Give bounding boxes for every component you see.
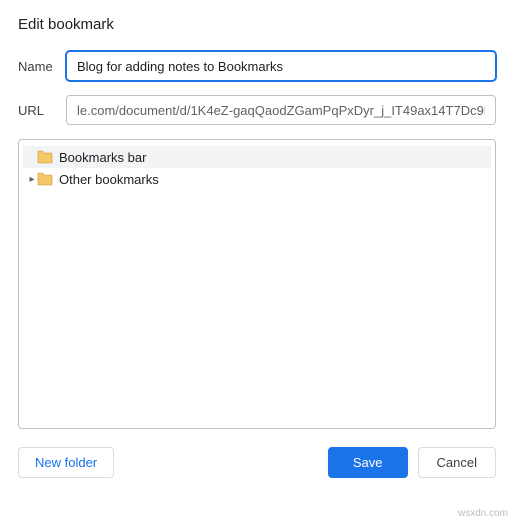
tree-expander-icon[interactable]: ▸ [27,174,37,185]
url-input[interactable] [66,95,496,125]
folder-icon [37,150,53,164]
name-input[interactable] [66,51,496,81]
folder-icon [37,172,53,186]
button-row: New folder Save Cancel [18,447,496,478]
tree-item-other-bookmarks[interactable]: ▸ Other bookmarks [23,168,491,190]
name-row: Name [18,51,496,81]
new-folder-button[interactable]: New folder [18,447,114,478]
name-label: Name [18,59,66,74]
tree-item-bookmarks-bar[interactable]: Bookmarks bar [23,146,491,168]
dialog-title: Edit bookmark [18,16,496,33]
cancel-button[interactable]: Cancel [418,447,496,478]
tree-item-label: Other bookmarks [59,172,159,187]
url-label: URL [18,103,66,118]
right-buttons: Save Cancel [328,447,496,478]
watermark: wsxdn.com [458,508,508,519]
save-button[interactable]: Save [328,447,408,478]
url-row: URL [18,95,496,125]
folder-tree[interactable]: Bookmarks bar ▸ Other bookmarks [18,139,496,429]
tree-item-label: Bookmarks bar [59,150,146,165]
